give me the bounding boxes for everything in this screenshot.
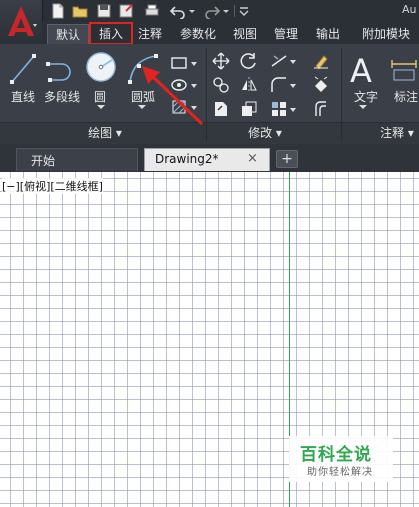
autocad-logo-icon: [8, 6, 37, 36]
dimension-tool-label[interactable]: 标注: [394, 88, 418, 105]
app-title: Au: [402, 3, 417, 16]
undo-icon[interactable]: [170, 3, 186, 19]
scale-tool-icon[interactable]: [240, 100, 258, 118]
erase-tool-icon[interactable]: [312, 52, 330, 70]
open-file-icon[interactable]: [72, 3, 88, 19]
fillet-tool-icon[interactable]: [270, 76, 288, 94]
tab-annotate[interactable]: 注释: [134, 24, 166, 44]
array-tool-icon[interactable]: [270, 100, 288, 118]
circle-tool-icon[interactable]: [84, 50, 118, 84]
tab-default[interactable]: 默认: [47, 24, 89, 45]
draw-panel-label: 绘图: [88, 126, 113, 140]
doc-tab-drawing-label: Drawing2*: [155, 152, 219, 166]
copy-tool-icon[interactable]: [212, 76, 230, 94]
panel-divider: [341, 48, 342, 142]
rotate-tool-icon[interactable]: [240, 52, 258, 70]
annotate-panel-label: 注释: [380, 126, 405, 140]
chevron-down-icon: ▾: [115, 126, 122, 140]
undo-dropdown-icon[interactable]: [188, 3, 196, 19]
redo-icon[interactable]: [204, 3, 220, 19]
polyline-tool-label[interactable]: 多段线: [44, 88, 80, 105]
tab-parametric[interactable]: 参数化: [176, 24, 220, 44]
viewport-controls[interactable]: [−][俯视][二维线框]: [2, 178, 103, 194]
chevron-down-icon: ▾: [275, 126, 282, 140]
modify-panel-label: 修改: [248, 126, 273, 140]
watermark-subtitle: 助你轻松解决: [307, 467, 373, 478]
save-icon[interactable]: [96, 3, 112, 19]
circle-dropdown-icon[interactable]: [96, 103, 106, 111]
explode-tool-icon[interactable]: [312, 76, 330, 94]
save-as-icon[interactable]: [118, 3, 134, 19]
doc-tab-start-label: 开始: [31, 154, 56, 168]
text-dropdown-icon[interactable]: [358, 103, 368, 111]
line-tool-icon[interactable]: [8, 52, 38, 86]
tab-view[interactable]: 视图: [229, 24, 261, 44]
tab-output[interactable]: 输出: [312, 24, 344, 44]
watermark-title: 百科全说: [300, 445, 372, 465]
chevron-down-icon: ▾: [407, 126, 414, 140]
fillet-dropdown-icon[interactable]: [289, 82, 297, 90]
highlight-box: [89, 22, 133, 45]
modify-panel-title[interactable]: 修改 ▾: [220, 124, 310, 142]
mirror-tool-icon[interactable]: [240, 76, 258, 94]
draw-panel-title[interactable]: 绘图 ▾: [60, 124, 150, 142]
polyline-tool-icon[interactable]: [44, 52, 78, 86]
new-file-icon[interactable]: [50, 3, 66, 19]
customize-toolbar-icon[interactable]: [238, 3, 250, 19]
application-menu-button[interactable]: [0, 0, 43, 44]
redo-dropdown-icon[interactable]: [222, 3, 230, 19]
trim-tool-icon[interactable]: [270, 52, 288, 70]
arrow-annotation-icon: [142, 66, 204, 126]
offset-tool-icon[interactable]: [312, 100, 330, 118]
text-tool-icon[interactable]: A: [348, 52, 378, 86]
svg-text:A: A: [350, 52, 372, 86]
stretch-tool-icon[interactable]: [212, 100, 230, 118]
line-tool-label[interactable]: 直线: [11, 88, 35, 105]
annotate-panel-title[interactable]: 注释 ▾: [372, 124, 419, 142]
tab-addins[interactable]: 附加模块: [356, 24, 416, 44]
doc-tab-drawing[interactable]: Drawing2* ×: [144, 148, 270, 171]
array-dropdown-icon[interactable]: [289, 106, 297, 114]
new-tab-button[interactable]: +: [276, 150, 298, 168]
trim-dropdown-icon[interactable]: [289, 58, 297, 66]
close-icon[interactable]: ×: [247, 151, 258, 166]
move-tool-icon[interactable]: [212, 52, 230, 70]
toolbar-divider: [234, 5, 235, 17]
dimension-tool-icon[interactable]: [390, 54, 418, 84]
plot-icon[interactable]: [144, 3, 160, 19]
tab-manage[interactable]: 管理: [270, 24, 302, 44]
doc-tab-start[interactable]: 开始: [16, 148, 138, 171]
